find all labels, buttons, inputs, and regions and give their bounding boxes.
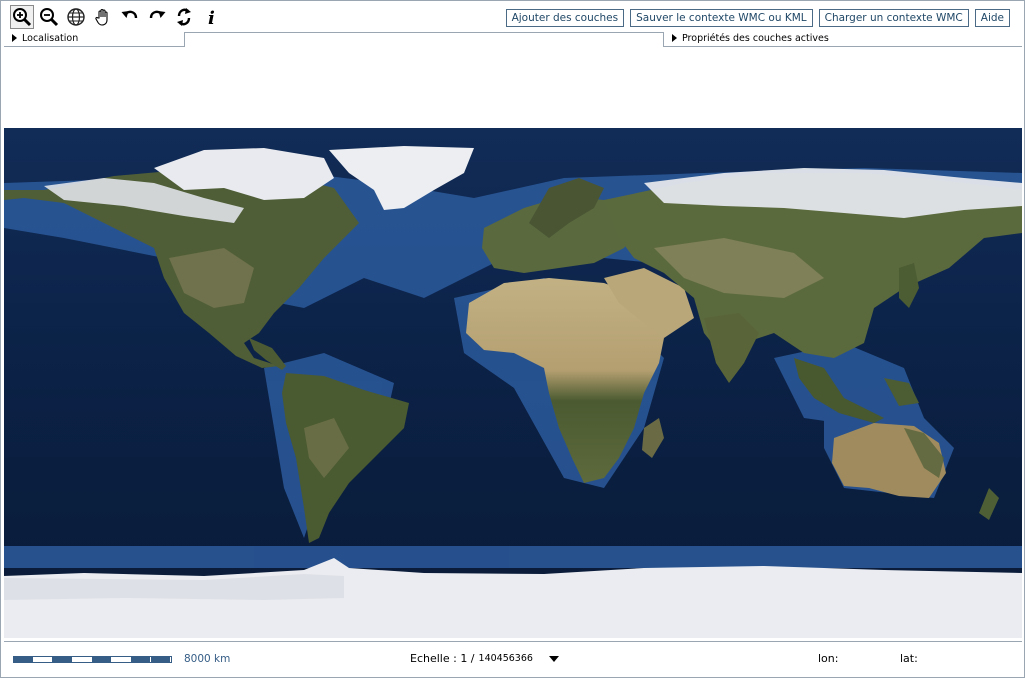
- svg-text:i: i: [208, 8, 215, 27]
- tab-localisation[interactable]: Localisation: [4, 32, 185, 47]
- globe-icon: [67, 8, 85, 26]
- panel-tab-strip: Localisation Propriétés des couches acti…: [4, 32, 1022, 47]
- zoom-out-icon: [40, 8, 59, 27]
- full-extent-tool[interactable]: [64, 5, 88, 29]
- undo-arrow-icon: [121, 10, 138, 19]
- latitude-label: lat:: [900, 652, 918, 665]
- longitude-label: lon:: [818, 652, 839, 665]
- load-context-button[interactable]: Charger un contexte WMC: [818, 9, 969, 27]
- pan-tool[interactable]: [91, 5, 115, 29]
- zoom-in-icon: [13, 8, 32, 27]
- refresh-tool[interactable]: [172, 5, 196, 29]
- world-map[interactable]: [4, 128, 1022, 638]
- refresh-icon: [177, 8, 191, 26]
- world-map-image: [4, 128, 1022, 638]
- previous-view-tool[interactable]: [118, 5, 142, 29]
- scale-dropdown-arrow-icon[interactable]: [548, 655, 559, 662]
- zoom-out-tool[interactable]: [37, 5, 61, 29]
- top-actions: Ajouter des couches Sauver le contexte W…: [505, 9, 1010, 27]
- save-context-button[interactable]: Sauver le contexte WMC ou KML: [630, 9, 813, 27]
- scale-distance: 8000 km: [184, 653, 231, 665]
- zoom-in-tool[interactable]: [10, 5, 34, 29]
- status-bar: 8000 km Echelle : 1 / 140456366 lon: lat…: [4, 641, 1022, 675]
- info-icon: i: [208, 8, 215, 27]
- add-layers-button[interactable]: Ajouter des couches: [505, 9, 625, 27]
- tab-layer-properties[interactable]: Propriétés des couches actives: [663, 32, 1022, 47]
- scale-selector: Echelle : 1 / 140456366: [410, 652, 559, 665]
- scale-value: 140456366: [478, 653, 533, 664]
- hand-icon: [95, 8, 108, 26]
- expand-triangle-icon: [12, 34, 17, 42]
- tab-localisation-label: Localisation: [22, 33, 79, 44]
- next-view-tool[interactable]: [145, 5, 169, 29]
- expand-triangle-icon: [672, 34, 677, 42]
- scale-label: Echelle : 1 /: [410, 652, 475, 665]
- redo-arrow-icon: [149, 10, 166, 19]
- map-toolbar: i: [10, 4, 223, 30]
- info-tool[interactable]: i: [199, 5, 223, 29]
- tab-layer-properties-label: Propriétés des couches actives: [682, 33, 829, 44]
- help-button[interactable]: Aide: [974, 9, 1010, 27]
- tab-divider: [185, 32, 663, 33]
- scale-bar: [13, 656, 172, 663]
